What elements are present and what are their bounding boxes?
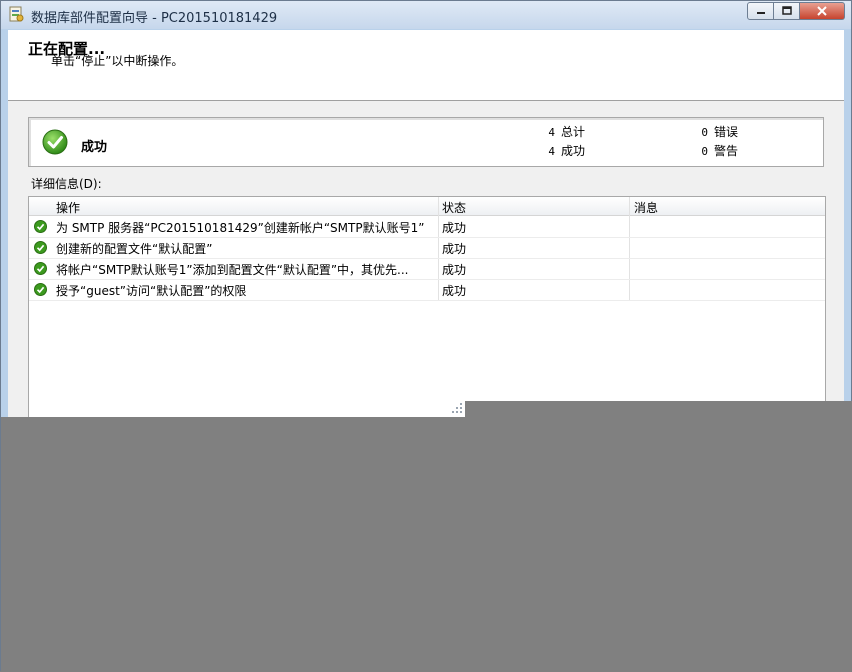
column-header-operation[interactable]: 操作 bbox=[56, 199, 80, 216]
success-check-icon bbox=[42, 129, 68, 155]
row-operation: 将帐户“SMTP默认账号1”添加到配置文件“默认配置”中，其优先... bbox=[56, 263, 409, 277]
summary-status: 成功 bbox=[81, 140, 108, 155]
summary-panel: 成功 4 总计 4 成功 0 错误 0 警告 bbox=[28, 117, 824, 167]
row-status: 成功 bbox=[442, 242, 467, 256]
total-label: 总计 bbox=[561, 125, 586, 139]
maximize-button[interactable] bbox=[774, 2, 800, 20]
wizard-app-icon bbox=[9, 6, 24, 22]
total-stat: 4 总计 bbox=[545, 123, 585, 140]
total-count: 4 bbox=[548, 126, 555, 139]
error-label: 错误 bbox=[714, 125, 739, 139]
obscured-region bbox=[1, 417, 852, 672]
row-success-icon bbox=[34, 220, 47, 233]
row-operation: 授予“guest”访问“默认配置”的权限 bbox=[56, 284, 247, 298]
wizard-header: 正在配置... 单击“停止”以中断操作。 bbox=[8, 30, 844, 101]
error-stat: 0 错误 bbox=[698, 123, 738, 140]
resize-grip[interactable] bbox=[450, 401, 464, 415]
wizard-window: 数据库部件配置向导 - PC201510181429 正在配置... 单击“停止… bbox=[0, 0, 852, 672]
grid-header: 操作 状态 消息 bbox=[29, 197, 825, 216]
row-operation: 创建新的配置文件“默认配置” bbox=[56, 242, 213, 256]
window-controls bbox=[747, 2, 845, 20]
details-label: 详细信息(D): bbox=[31, 177, 102, 191]
warning-label: 警告 bbox=[714, 144, 739, 158]
close-icon bbox=[817, 6, 827, 16]
table-row[interactable]: 将帐户“SMTP默认账号1”添加到配置文件“默认配置”中，其优先... 成功 bbox=[29, 258, 825, 280]
row-operation: 为 SMTP 服务器“PC201510181429”创建新帐户“SMTP默认账号… bbox=[56, 221, 425, 235]
warning-count: 0 bbox=[701, 145, 708, 158]
row-status: 成功 bbox=[442, 263, 467, 277]
row-success-icon bbox=[34, 283, 47, 296]
row-success-icon bbox=[34, 241, 47, 254]
minimize-button[interactable] bbox=[747, 2, 774, 20]
maximize-icon bbox=[781, 6, 792, 15]
column-header-message[interactable]: 消息 bbox=[634, 199, 658, 216]
table-row[interactable]: 授予“guest”访问“默认配置”的权限 成功 bbox=[29, 279, 825, 301]
close-button[interactable] bbox=[800, 2, 845, 20]
error-count: 0 bbox=[701, 126, 708, 139]
success-label: 成功 bbox=[561, 144, 586, 158]
success-count: 4 bbox=[548, 145, 555, 158]
row-success-icon bbox=[34, 262, 47, 275]
warning-stat: 0 警告 bbox=[698, 142, 738, 159]
column-header-status[interactable]: 状态 bbox=[442, 199, 466, 216]
obscured-region bbox=[465, 401, 852, 417]
details-grid[interactable]: 操作 状态 消息 为 SMTP 服务器“PC201510181429”创建新帐户… bbox=[28, 196, 826, 423]
minimize-icon bbox=[756, 12, 765, 14]
page-subtitle: 单击“停止”以中断操作。 bbox=[51, 54, 184, 68]
window-title: 数据库部件配置向导 - PC201510181429 bbox=[31, 11, 278, 26]
table-row[interactable]: 为 SMTP 服务器“PC201510181429”创建新帐户“SMTP默认账号… bbox=[29, 216, 825, 238]
row-status: 成功 bbox=[442, 284, 467, 298]
title-bar[interactable]: 数据库部件配置向导 - PC201510181429 bbox=[1, 1, 851, 29]
success-stat: 4 成功 bbox=[545, 142, 585, 159]
row-status: 成功 bbox=[442, 221, 467, 235]
table-row[interactable]: 创建新的配置文件“默认配置” 成功 bbox=[29, 237, 825, 259]
